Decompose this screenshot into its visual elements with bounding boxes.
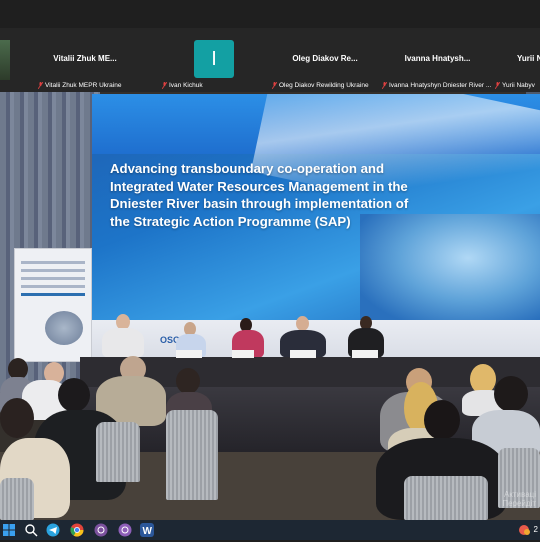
taskbar-clock[interactable]: 2 — [534, 525, 538, 534]
chair — [404, 476, 488, 520]
banner-line — [21, 261, 85, 264]
windows-taskbar: W 2 — [0, 520, 540, 540]
word-icon[interactable]: W — [140, 523, 154, 537]
meeting-top-bar — [0, 0, 540, 28]
participant-tile[interactable]: I Ivan Kichuk — [160, 28, 270, 92]
mic-muted-icon — [382, 82, 387, 89]
chrome-icon[interactable] — [70, 523, 84, 537]
participant-gallery: Vitalii Zhuk ME... Vitalii Zhuk MEPR Ukr… — [0, 28, 540, 92]
participant-name: Yurii N — [517, 54, 540, 63]
mic-muted-icon — [162, 82, 167, 89]
audience-member — [494, 376, 528, 412]
participant-label: Oleg Diakov Rewilding Ukraine — [272, 82, 369, 89]
chair — [96, 422, 140, 482]
zoom-icon[interactable] — [518, 523, 532, 537]
name-card — [352, 350, 378, 358]
main-video-feed[interactable]: Advancing transboundary co-operation and… — [0, 92, 540, 520]
participant-label-text: Oleg Diakov Rewilding Ukraine — [279, 82, 369, 89]
participant-name: Oleg Diakov Re... — [292, 54, 358, 63]
watermark-line: Перейдіт — [502, 499, 536, 508]
banner-line — [21, 293, 85, 296]
participant-tile[interactable]: Vitalii Zhuk ME... Vitalii Zhuk MEPR Ukr… — [10, 28, 160, 92]
name-card — [290, 350, 316, 358]
panelist — [296, 316, 309, 331]
participant-tile[interactable]: Oleg Diakov Re... Oleg Diakov Rewilding … — [270, 28, 380, 92]
search-icon[interactable] — [24, 523, 38, 537]
windows-icon[interactable] — [2, 523, 16, 537]
mic-muted-icon — [272, 82, 277, 89]
participant-name: Ivanna Hnatysh... — [404, 54, 471, 63]
participant-label-text: Ivanna Hnatyshyn Dniester River ... — [389, 82, 492, 89]
chair — [0, 478, 34, 520]
viber-icon[interactable] — [94, 523, 108, 537]
participant-label-text: Vitalii Zhuk MEPR Ukraine — [45, 82, 122, 89]
banner-line — [21, 277, 85, 280]
participant-label: Yurii Nabyv — [495, 82, 535, 89]
participant-label: Vitalii Zhuk MEPR Ukraine — [38, 82, 121, 89]
participant-label: Ivanna Hnatyshyn Dniester River ... — [382, 82, 491, 89]
viber-icon[interactable] — [118, 523, 132, 537]
participant-tile[interactable]: Yurii N Yurii Nabyv — [495, 28, 540, 92]
participant-label-text: Ivan Kichuk — [169, 82, 203, 89]
name-card — [232, 350, 254, 358]
slide-title: Advancing transboundary co-operation and… — [110, 161, 409, 229]
mic-muted-icon — [495, 82, 500, 89]
audience-member — [424, 400, 460, 440]
svg-text:W: W — [143, 526, 153, 537]
watermark-line: Активаці — [503, 490, 536, 499]
banner-image — [45, 311, 83, 345]
mic-muted-icon — [38, 82, 43, 89]
banner-line — [21, 269, 85, 272]
audience-member — [58, 378, 90, 412]
audience-member — [176, 368, 200, 394]
audience-member — [0, 398, 34, 438]
presentation-screen: Advancing transboundary co-operation and… — [92, 94, 540, 320]
chair — [166, 410, 218, 500]
participant-name: Vitalii Zhuk ME... — [53, 54, 117, 63]
telegram-icon[interactable] — [46, 523, 60, 537]
avatar: I — [194, 40, 234, 78]
panelist — [102, 328, 144, 358]
participant-label-text: Yurii Nabyv — [502, 82, 535, 89]
banner-line — [21, 285, 85, 288]
participant-video-thumbnail[interactable] — [0, 40, 10, 80]
participant-tile[interactable]: Ivanna Hnatysh... Ivanna Hnatyshyn Dnies… — [380, 28, 495, 92]
rollup-banner — [14, 248, 92, 362]
participant-label: Ivan Kichuk — [162, 82, 203, 89]
activation-watermark: Активаці Перейдіт — [502, 490, 536, 508]
name-card — [176, 350, 202, 358]
